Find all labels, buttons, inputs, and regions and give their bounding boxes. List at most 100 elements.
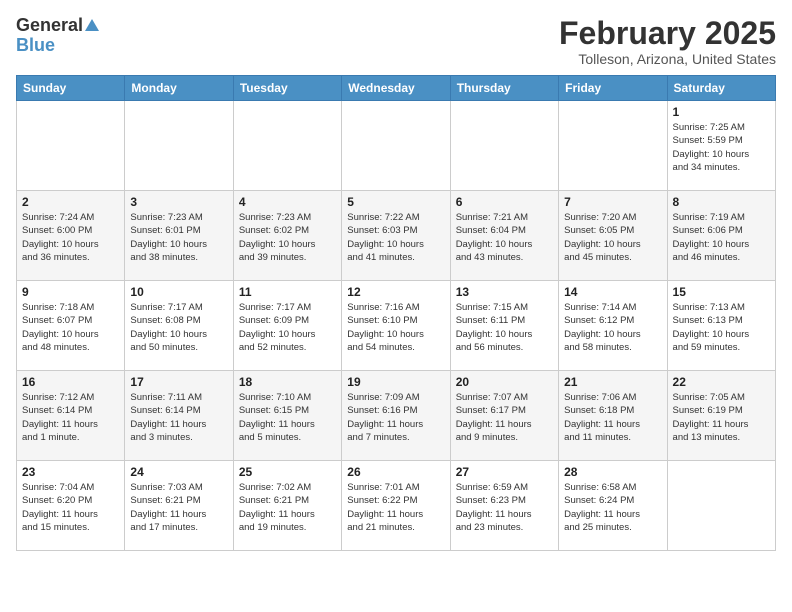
day-number: 7 xyxy=(564,195,661,209)
week-row-1: 1 Sunrise: 7:25 AM Sunset: 5:59 PM Daylig… xyxy=(17,101,776,191)
day-number: 4 xyxy=(239,195,336,209)
day-info: Sunrise: 7:22 AM Sunset: 6:03 PM Dayligh… xyxy=(347,211,444,264)
day-cell: 27Sunrise: 6:59 AM Sunset: 6:23 PM Dayli… xyxy=(450,461,558,551)
day-info: Sunrise: 6:58 AM Sunset: 6:24 PM Dayligh… xyxy=(564,481,661,534)
day-cell: 10Sunrise: 7:17 AM Sunset: 6:08 PM Dayli… xyxy=(125,281,233,371)
day-number: 11 xyxy=(239,285,336,299)
day-cell xyxy=(342,101,450,191)
day-info: Sunrise: 7:23 AM Sunset: 6:02 PM Dayligh… xyxy=(239,211,336,264)
day-cell: 1 Sunrise: 7:25 AM Sunset: 5:59 PM Daylig… xyxy=(667,101,775,191)
day-number: 2 xyxy=(22,195,119,209)
day-number: 15 xyxy=(673,285,770,299)
day-info: Sunrise: 7:13 AM Sunset: 6:13 PM Dayligh… xyxy=(673,301,770,354)
day-cell: 22Sunrise: 7:05 AM Sunset: 6:19 PM Dayli… xyxy=(667,371,775,461)
calendar-table: SundayMondayTuesdayWednesdayThursdayFrid… xyxy=(16,75,776,551)
day-number: 19 xyxy=(347,375,444,389)
day-cell: 21 Sunrise: 7:06 AM Sunset: 6:18 PM Dayli… xyxy=(559,371,667,461)
day-cell: 8 Sunrise: 7:19 AM Sunset: 6:06 PM Daylig… xyxy=(667,191,775,281)
header-row: SundayMondayTuesdayWednesdayThursdayFrid… xyxy=(17,76,776,101)
day-cell: 24 Sunrise: 7:03 AM Sunset: 6:21 PM Dayli… xyxy=(125,461,233,551)
day-cell: 12 Sunrise: 7:16 AM Sunset: 6:10 PM Dayli… xyxy=(342,281,450,371)
week-row-4: 16Sunrise: 7:12 AM Sunset: 6:14 PM Dayli… xyxy=(17,371,776,461)
day-cell: 13 Sunrise: 7:15 AM Sunset: 6:11 PM Dayli… xyxy=(450,281,558,371)
day-info: Sunrise: 7:17 AM Sunset: 6:08 PM Dayligh… xyxy=(130,301,227,354)
day-cell: 25 Sunrise: 7:02 AM Sunset: 6:21 PM Dayli… xyxy=(233,461,341,551)
day-info: Sunrise: 7:23 AM Sunset: 6:01 PM Dayligh… xyxy=(130,211,227,264)
day-info: Sunrise: 7:02 AM Sunset: 6:21 PM Dayligh… xyxy=(239,481,336,534)
day-info: Sunrise: 7:20 AM Sunset: 6:05 PM Dayligh… xyxy=(564,211,661,264)
day-info: Sunrise: 7:21 AM Sunset: 6:04 PM Dayligh… xyxy=(456,211,553,264)
day-info: Sunrise: 7:14 AM Sunset: 6:12 PM Dayligh… xyxy=(564,301,661,354)
day-info: Sunrise: 7:01 AM Sunset: 6:22 PM Dayligh… xyxy=(347,481,444,534)
day-info: Sunrise: 7:17 AM Sunset: 6:09 PM Dayligh… xyxy=(239,301,336,354)
day-number: 13 xyxy=(456,285,553,299)
day-cell xyxy=(559,101,667,191)
day-number: 8 xyxy=(673,195,770,209)
day-cell: 5 Sunrise: 7:22 AM Sunset: 6:03 PM Daylig… xyxy=(342,191,450,281)
day-cell: 15 Sunrise: 7:13 AM Sunset: 6:13 PM Dayli… xyxy=(667,281,775,371)
calendar-body: 1 Sunrise: 7:25 AM Sunset: 5:59 PM Daylig… xyxy=(17,101,776,551)
header-cell-friday: Friday xyxy=(559,76,667,101)
day-cell: 16Sunrise: 7:12 AM Sunset: 6:14 PM Dayli… xyxy=(17,371,125,461)
day-number: 18 xyxy=(239,375,336,389)
day-info: Sunrise: 7:12 AM Sunset: 6:14 PM Dayligh… xyxy=(22,391,119,444)
day-cell: 2Sunrise: 7:24 AM Sunset: 6:00 PM Daylig… xyxy=(17,191,125,281)
day-number: 22 xyxy=(673,375,770,389)
day-cell xyxy=(667,461,775,551)
day-cell: 28 Sunrise: 6:58 AM Sunset: 6:24 PM Dayli… xyxy=(559,461,667,551)
header-cell-sunday: Sunday xyxy=(17,76,125,101)
day-number: 21 xyxy=(564,375,661,389)
day-cell: 23 Sunrise: 7:04 AM Sunset: 6:20 PM Dayli… xyxy=(17,461,125,551)
day-info: Sunrise: 7:04 AM Sunset: 6:20 PM Dayligh… xyxy=(22,481,119,534)
day-number: 5 xyxy=(347,195,444,209)
day-info: Sunrise: 7:07 AM Sunset: 6:17 PM Dayligh… xyxy=(456,391,553,444)
logo: General Blue xyxy=(16,16,99,54)
header-cell-thursday: Thursday xyxy=(450,76,558,101)
day-cell: 19Sunrise: 7:09 AM Sunset: 6:16 PM Dayli… xyxy=(342,371,450,461)
day-info: Sunrise: 7:18 AM Sunset: 6:07 PM Dayligh… xyxy=(22,301,119,354)
calendar-header: SundayMondayTuesdayWednesdayThursdayFrid… xyxy=(17,76,776,101)
day-cell: 9Sunrise: 7:18 AM Sunset: 6:07 PM Daylig… xyxy=(17,281,125,371)
month-title: February 2025 xyxy=(559,16,776,51)
day-info: Sunrise: 7:06 AM Sunset: 6:18 PM Dayligh… xyxy=(564,391,661,444)
day-number: 12 xyxy=(347,285,444,299)
logo-blue-text: Blue xyxy=(16,36,55,54)
day-number: 25 xyxy=(239,465,336,479)
day-cell: 4 Sunrise: 7:23 AM Sunset: 6:02 PM Daylig… xyxy=(233,191,341,281)
header-cell-saturday: Saturday xyxy=(667,76,775,101)
title-block: February 2025 Tolleson, Arizona, United … xyxy=(559,16,776,67)
day-info: Sunrise: 7:15 AM Sunset: 6:11 PM Dayligh… xyxy=(456,301,553,354)
week-row-3: 9Sunrise: 7:18 AM Sunset: 6:07 PM Daylig… xyxy=(17,281,776,371)
day-number: 6 xyxy=(456,195,553,209)
day-cell: 26 Sunrise: 7:01 AM Sunset: 6:22 PM Dayli… xyxy=(342,461,450,551)
day-number: 23 xyxy=(22,465,119,479)
day-cell: 17Sunrise: 7:11 AM Sunset: 6:14 PM Dayli… xyxy=(125,371,233,461)
day-number: 20 xyxy=(456,375,553,389)
week-row-2: 2Sunrise: 7:24 AM Sunset: 6:00 PM Daylig… xyxy=(17,191,776,281)
logo-triangle-icon xyxy=(85,19,99,31)
day-cell: 18 Sunrise: 7:10 AM Sunset: 6:15 PM Dayli… xyxy=(233,371,341,461)
day-cell xyxy=(450,101,558,191)
day-info: Sunrise: 7:25 AM Sunset: 5:59 PM Dayligh… xyxy=(673,121,770,174)
day-info: Sunrise: 7:11 AM Sunset: 6:14 PM Dayligh… xyxy=(130,391,227,444)
day-cell xyxy=(17,101,125,191)
day-number: 1 xyxy=(673,105,770,119)
header-cell-wednesday: Wednesday xyxy=(342,76,450,101)
day-cell: 6 Sunrise: 7:21 AM Sunset: 6:04 PM Daylig… xyxy=(450,191,558,281)
day-number: 26 xyxy=(347,465,444,479)
day-info: Sunrise: 7:10 AM Sunset: 6:15 PM Dayligh… xyxy=(239,391,336,444)
day-cell xyxy=(125,101,233,191)
day-cell xyxy=(233,101,341,191)
day-info: Sunrise: 7:19 AM Sunset: 6:06 PM Dayligh… xyxy=(673,211,770,264)
day-cell: 14Sunrise: 7:14 AM Sunset: 6:12 PM Dayli… xyxy=(559,281,667,371)
day-info: Sunrise: 7:16 AM Sunset: 6:10 PM Dayligh… xyxy=(347,301,444,354)
day-info: Sunrise: 7:03 AM Sunset: 6:21 PM Dayligh… xyxy=(130,481,227,534)
day-number: 24 xyxy=(130,465,227,479)
day-cell: 20 Sunrise: 7:07 AM Sunset: 6:17 PM Dayli… xyxy=(450,371,558,461)
page-header: General Blue February 2025 Tolleson, Ari… xyxy=(16,16,776,67)
day-number: 28 xyxy=(564,465,661,479)
week-row-5: 23 Sunrise: 7:04 AM Sunset: 6:20 PM Dayli… xyxy=(17,461,776,551)
day-info: Sunrise: 6:59 AM Sunset: 6:23 PM Dayligh… xyxy=(456,481,553,534)
location-text: Tolleson, Arizona, United States xyxy=(559,51,776,67)
logo-general-text: General xyxy=(16,15,83,35)
